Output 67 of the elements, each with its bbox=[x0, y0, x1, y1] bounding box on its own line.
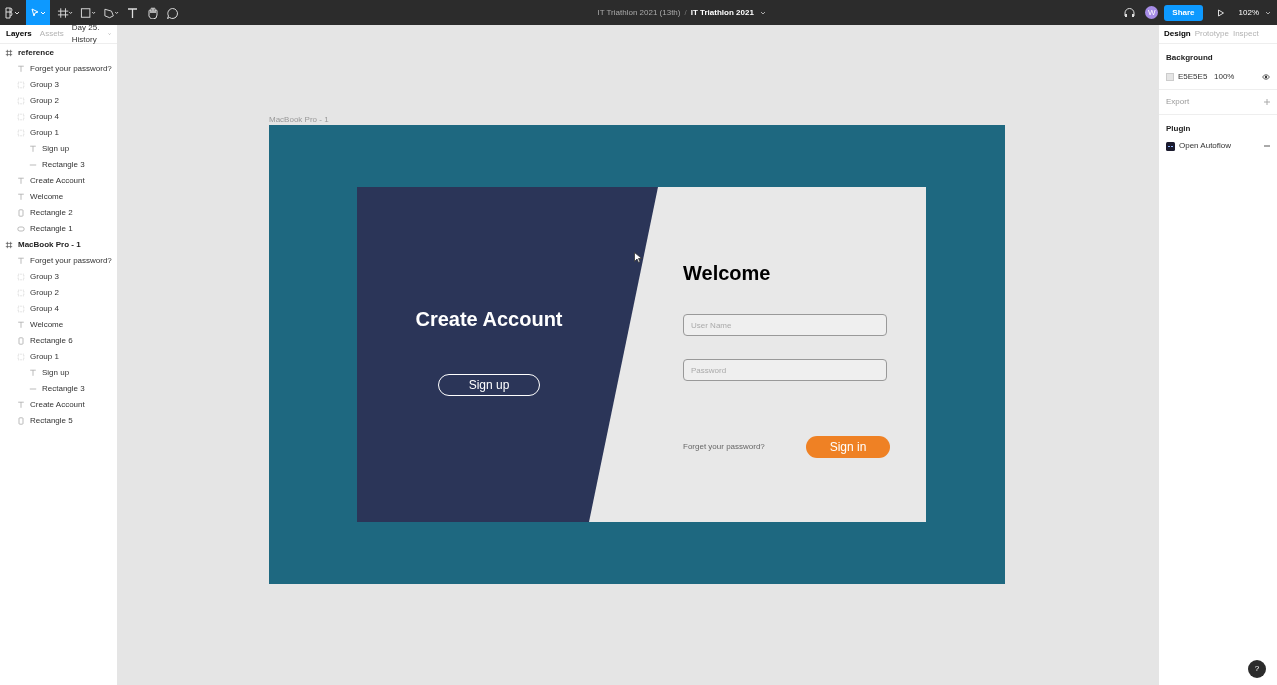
panel-tab[interactable]: Layers bbox=[6, 28, 32, 40]
hand-tool-icon[interactable] bbox=[146, 6, 159, 19]
chevron-down-icon[interactable] bbox=[1265, 10, 1271, 15]
zoom-menu[interactable]: 102% bbox=[1238, 6, 1259, 19]
frame-tool-icon[interactable] bbox=[57, 6, 73, 19]
layer-item[interactable]: Create Account bbox=[30, 399, 85, 411]
layer-item[interactable]: Sign up bbox=[42, 143, 70, 155]
file-name[interactable]: IT Triathlon 2021 bbox=[690, 6, 754, 19]
headphones-icon[interactable] bbox=[1124, 7, 1136, 18]
layer-item[interactable]: Welcome bbox=[30, 319, 64, 331]
text-layer-icon bbox=[17, 257, 25, 265]
plugin-item[interactable]: Open Autoflow bbox=[1179, 140, 1232, 152]
layer-item[interactable]: Group 2 bbox=[30, 287, 59, 299]
plugin-icon bbox=[1166, 141, 1175, 151]
text-layer-icon bbox=[17, 401, 25, 409]
layer-item[interactable]: Welcome bbox=[30, 191, 64, 203]
hex-value[interactable]: E5E5E5 bbox=[1178, 71, 1214, 83]
panel-tab[interactable]: Design bbox=[1164, 28, 1191, 40]
layer-item[interactable]: Rectangle 2 bbox=[30, 207, 73, 219]
layer-item[interactable]: MacBook Pro - 1 bbox=[18, 239, 81, 251]
text-layer-icon bbox=[29, 369, 37, 377]
comment-tool-icon[interactable] bbox=[166, 6, 179, 19]
password-field[interactable]: Password bbox=[683, 359, 887, 381]
rectangle-tool-icon[interactable] bbox=[80, 6, 96, 19]
layer-item[interactable]: Group 3 bbox=[30, 271, 59, 283]
layer-item[interactable]: Sign up bbox=[42, 367, 70, 379]
cursor-icon bbox=[634, 252, 642, 263]
layer-item[interactable]: reference bbox=[18, 47, 55, 59]
layer-item[interactable]: Group 2 bbox=[30, 95, 59, 107]
layer-item[interactable]: Group 1 bbox=[30, 351, 59, 363]
layer-item[interactable]: Group 3 bbox=[30, 79, 59, 91]
layer-item[interactable]: Group 4 bbox=[30, 111, 59, 123]
layer-item[interactable]: Forget your password? bbox=[30, 63, 112, 75]
text-layer-icon bbox=[17, 321, 25, 329]
section-title: Plugin bbox=[1166, 123, 1192, 135]
line-icon bbox=[29, 385, 37, 393]
eye-icon[interactable] bbox=[1262, 74, 1270, 80]
layer-item[interactable]: Forget your password? bbox=[30, 255, 112, 267]
layer-item[interactable]: Create Account bbox=[30, 175, 85, 187]
pen-tool-icon[interactable] bbox=[103, 6, 119, 19]
text-layer-icon bbox=[29, 145, 37, 153]
frame-icon bbox=[5, 241, 13, 249]
create-account-heading: Create Account bbox=[414, 307, 564, 332]
text-layer-icon bbox=[17, 193, 25, 201]
layer-item[interactable]: Group 4 bbox=[30, 303, 59, 315]
text-layer-icon bbox=[17, 177, 25, 185]
play-icon[interactable] bbox=[1216, 8, 1225, 17]
layer-item[interactable]: Rectangle 1 bbox=[30, 223, 73, 235]
layer-item[interactable]: Rectangle 3 bbox=[42, 159, 85, 171]
layer-item[interactable]: Rectangle 6 bbox=[30, 335, 73, 347]
frame-icon bbox=[5, 49, 13, 57]
pointer-icon bbox=[30, 7, 46, 18]
text-layer-icon bbox=[17, 65, 25, 73]
welcome-heading: Welcome bbox=[683, 261, 771, 286]
section-title: Background bbox=[1166, 52, 1214, 64]
chevron-down-icon[interactable] bbox=[759, 10, 766, 15]
file-path[interactable]: IT Triathlon 2021 (13th) bbox=[597, 6, 681, 19]
layer-item[interactable]: Rectangle 3 bbox=[42, 383, 85, 395]
page-selector[interactable]: Day 25. History bbox=[71, 22, 106, 46]
path-separator: / bbox=[684, 6, 687, 19]
opacity-value[interactable]: 100% bbox=[1214, 71, 1235, 83]
layer-item[interactable]: Rectangle 5 bbox=[30, 415, 73, 427]
forgot-password-link[interactable]: Forget your password? bbox=[683, 441, 765, 453]
layer-item[interactable]: Group 1 bbox=[30, 127, 59, 139]
color-swatch[interactable] bbox=[1166, 73, 1174, 81]
text-tool-icon[interactable] bbox=[126, 6, 139, 19]
line-icon bbox=[29, 161, 37, 169]
